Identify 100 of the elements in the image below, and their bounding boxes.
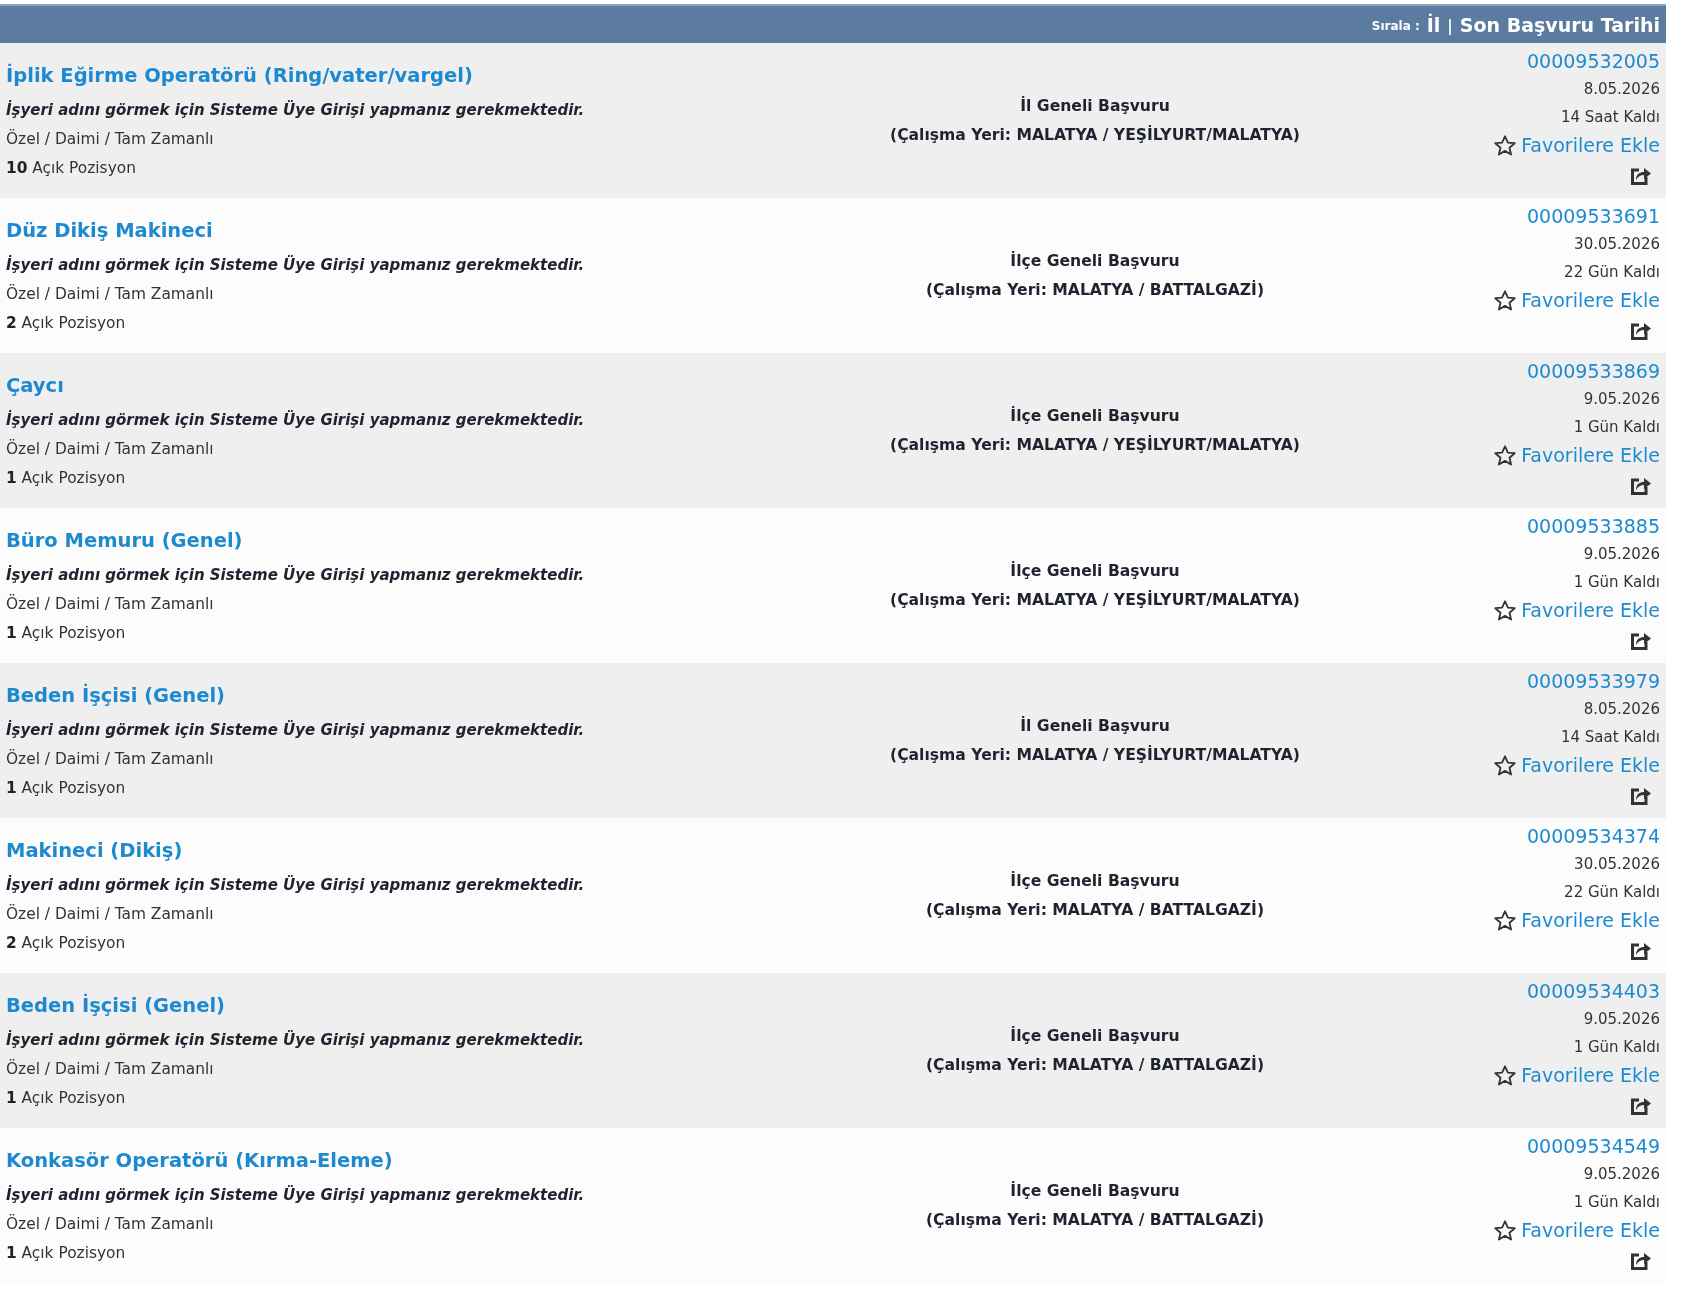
listing-number-link[interactable]: 00009533885 bbox=[1527, 512, 1660, 540]
time-remaining-text: 1 Gün Kaldı bbox=[1573, 417, 1660, 438]
application-scope-text: İlçe Geneli Başvuru bbox=[1010, 560, 1180, 582]
deadline-date-text: 9.05.2026 bbox=[1583, 544, 1660, 565]
application-scope-text: İlçe Geneli Başvuru bbox=[1010, 870, 1180, 892]
share-icon[interactable] bbox=[1630, 165, 1652, 186]
star-icon[interactable] bbox=[1494, 289, 1517, 311]
open-positions-text: 1 Açık Pozisyon bbox=[6, 1243, 126, 1264]
employer-notice-text: İşyeri adını görmek için Sisteme Üye Girişi yapmanız gerekmektedir. bbox=[6, 719, 585, 741]
time-remaining-text: 1 Gün Kaldı bbox=[1573, 1192, 1660, 1213]
employment-type-text: Özel / Daimi / Tam Zamanlı bbox=[6, 903, 214, 925]
employment-type-text: Özel / Daimi / Tam Zamanlı bbox=[6, 593, 214, 615]
job-title-link[interactable]: Beden İşçisi (Genel) bbox=[6, 992, 225, 1020]
deadline-date-text: 30.05.2026 bbox=[1574, 234, 1660, 255]
job-title-link[interactable]: Beden İşçisi (Genel) bbox=[6, 682, 225, 710]
add-to-favorites-link[interactable]: Favorilere Ekle bbox=[1494, 1063, 1660, 1087]
share-icon[interactable] bbox=[1630, 940, 1652, 961]
deadline-date-text: 30.05.2026 bbox=[1574, 854, 1660, 875]
work-location-text: (Çalışma Yeri: MALATYA / YEŞİLYURT/MALATYA) bbox=[890, 589, 1300, 611]
application-scope-text: İlçe Geneli Başvuru bbox=[1010, 250, 1180, 272]
employment-type-text: Özel / Daimi / Tam Zamanlı bbox=[6, 128, 214, 150]
deadline-date-text: 9.05.2026 bbox=[1583, 389, 1660, 410]
star-icon[interactable] bbox=[1494, 754, 1517, 776]
work-location-text: (Çalışma Yeri: MALATYA / YEŞİLYURT/MALATYA) bbox=[890, 434, 1300, 456]
employment-type-text: Özel / Daimi / Tam Zamanlı bbox=[6, 1058, 214, 1080]
share-icon[interactable] bbox=[1630, 785, 1652, 806]
time-remaining-text: 14 Saat Kaldı bbox=[1560, 727, 1660, 748]
star-icon[interactable] bbox=[1494, 134, 1517, 156]
job-title-link[interactable]: Makineci (Dikiş) bbox=[6, 837, 183, 865]
open-positions-text: 1 Açık Pozisyon bbox=[6, 468, 126, 489]
sort-option-link[interactable]: İl bbox=[1426, 13, 1441, 36]
separator-text: | bbox=[1447, 17, 1453, 35]
application-scope-text: İl Geneli Başvuru bbox=[1020, 95, 1170, 117]
listing-number-link[interactable]: 00009534549 bbox=[1527, 1132, 1660, 1160]
work-location-text: (Çalışma Yeri: MALATYA / YEŞİLYURT/MALATYA) bbox=[890, 124, 1300, 146]
sort-option-link[interactable]: Son Başvuru Tarihi bbox=[1459, 13, 1660, 36]
employer-notice-text: İşyeri adını görmek için Sisteme Üye Girişi yapmanız gerekmektedir. bbox=[6, 409, 585, 431]
job-title-link[interactable]: Konkasör Operatörü (Kırma-Eleme) bbox=[6, 1147, 393, 1175]
employment-type-text: Özel / Daimi / Tam Zamanlı bbox=[6, 438, 214, 460]
employer-notice-text: İşyeri adını görmek için Sisteme Üye Girişi yapmanız gerekmektedir. bbox=[6, 254, 585, 276]
job-title-link[interactable]: Düz Dikiş Makineci bbox=[6, 217, 213, 245]
employment-type-text: Özel / Daimi / Tam Zamanlı bbox=[6, 748, 214, 770]
job-title-link[interactable]: Büro Memuru (Genel) bbox=[6, 527, 243, 555]
deadline-date-text: 9.05.2026 bbox=[1583, 1164, 1660, 1185]
employer-notice-text: İşyeri adını görmek için Sisteme Üye Girişi yapmanız gerekmektedir. bbox=[6, 1029, 585, 1051]
work-location-text: (Çalışma Yeri: MALATYA / BATTALGAZİ) bbox=[925, 899, 1265, 921]
time-remaining-text: 22 Gün Kaldı bbox=[1564, 262, 1660, 283]
work-location-text: (Çalışma Yeri: MALATYA / BATTALGAZİ) bbox=[925, 1209, 1265, 1231]
listing-number-link[interactable]: 00009533691 bbox=[1527, 202, 1660, 230]
time-remaining-text: 22 Gün Kaldı bbox=[1564, 882, 1660, 903]
share-icon[interactable] bbox=[1630, 320, 1652, 341]
add-to-favorites-link[interactable]: Favorilere Ekle bbox=[1494, 288, 1660, 312]
share-icon[interactable] bbox=[1630, 1250, 1652, 1271]
deadline-date-text: 9.05.2026 bbox=[1583, 1009, 1660, 1030]
employment-type-text: Özel / Daimi / Tam Zamanlı bbox=[6, 1213, 214, 1235]
deadline-date-text: 8.05.2026 bbox=[1583, 79, 1660, 100]
share-icon[interactable] bbox=[1630, 630, 1652, 651]
sort-label: Sırala : bbox=[1371, 19, 1420, 33]
open-positions-text: 1 Açık Pozisyon bbox=[6, 623, 126, 644]
time-remaining-text: 1 Gün Kaldı bbox=[1573, 572, 1660, 593]
employment-type-text: Özel / Daimi / Tam Zamanlı bbox=[6, 283, 214, 305]
application-scope-text: İlçe Geneli Başvuru bbox=[1010, 405, 1180, 427]
add-to-favorites-link[interactable]: Favorilere Ekle bbox=[1494, 443, 1660, 467]
work-location-text: (Çalışma Yeri: MALATYA / YEŞİLYURT/MALATYA) bbox=[890, 744, 1300, 766]
application-scope-text: İlçe Geneli Başvuru bbox=[1010, 1180, 1180, 1202]
star-icon[interactable] bbox=[1494, 1064, 1517, 1086]
star-icon[interactable] bbox=[1494, 444, 1517, 466]
listing-number-link[interactable]: 00009534374 bbox=[1527, 822, 1660, 850]
add-to-favorites-link[interactable]: Favorilere Ekle bbox=[1494, 133, 1660, 157]
open-positions-text: 2 Açık Pozisyon bbox=[6, 313, 126, 334]
add-to-favorites-link[interactable]: Favorilere Ekle bbox=[1494, 598, 1660, 622]
star-icon[interactable] bbox=[1494, 909, 1517, 931]
employer-notice-text: İşyeri adını görmek için Sisteme Üye Girişi yapmanız gerekmektedir. bbox=[6, 1184, 585, 1206]
listing-number-link[interactable]: 00009534403 bbox=[1527, 977, 1660, 1005]
employer-notice-text: İşyeri adını görmek için Sisteme Üye Girişi yapmanız gerekmektedir. bbox=[6, 564, 585, 586]
employer-notice-text: İşyeri adını görmek için Sisteme Üye Girişi yapmanız gerekmektedir. bbox=[6, 874, 585, 896]
employer-notice-text: İşyeri adını görmek için Sisteme Üye Girişi yapmanız gerekmektedir. bbox=[6, 99, 585, 121]
listing-number-link[interactable]: 00009532005 bbox=[1527, 47, 1660, 75]
open-positions-text: 1 Açık Pozisyon bbox=[6, 1088, 126, 1109]
deadline-date-text: 8.05.2026 bbox=[1583, 699, 1660, 720]
job-title-link[interactable]: İplik Eğirme Operatörü (Ring/vater/vargel) bbox=[6, 62, 473, 90]
job-title-link[interactable]: Çaycı bbox=[6, 372, 64, 400]
open-positions-text: 2 Açık Pozisyon bbox=[6, 933, 126, 954]
application-scope-text: İlçe Geneli Başvuru bbox=[1010, 1025, 1180, 1047]
listing-number-link[interactable]: 00009533979 bbox=[1527, 667, 1660, 695]
add-to-favorites-link[interactable]: Favorilere Ekle bbox=[1494, 1218, 1660, 1242]
work-location-text: (Çalışma Yeri: MALATYA / BATTALGAZİ) bbox=[925, 279, 1265, 301]
star-icon[interactable] bbox=[1494, 1219, 1517, 1241]
open-positions-text: 1 Açık Pozisyon bbox=[6, 778, 126, 799]
add-to-favorites-link[interactable]: Favorilere Ekle bbox=[1494, 753, 1660, 777]
share-icon[interactable] bbox=[1630, 475, 1652, 496]
application-scope-text: İl Geneli Başvuru bbox=[1020, 715, 1170, 737]
share-icon[interactable] bbox=[1630, 1095, 1652, 1116]
star-icon[interactable] bbox=[1494, 599, 1517, 621]
time-remaining-text: 1 Gün Kaldı bbox=[1573, 1037, 1660, 1058]
add-to-favorites-link[interactable]: Favorilere Ekle bbox=[1494, 908, 1660, 932]
time-remaining-text: 14 Saat Kaldı bbox=[1560, 107, 1660, 128]
open-positions-text: 10 Açık Pozisyon bbox=[6, 158, 136, 179]
listing-number-link[interactable]: 00009533869 bbox=[1527, 357, 1660, 385]
work-location-text: (Çalışma Yeri: MALATYA / BATTALGAZİ) bbox=[925, 1054, 1265, 1076]
